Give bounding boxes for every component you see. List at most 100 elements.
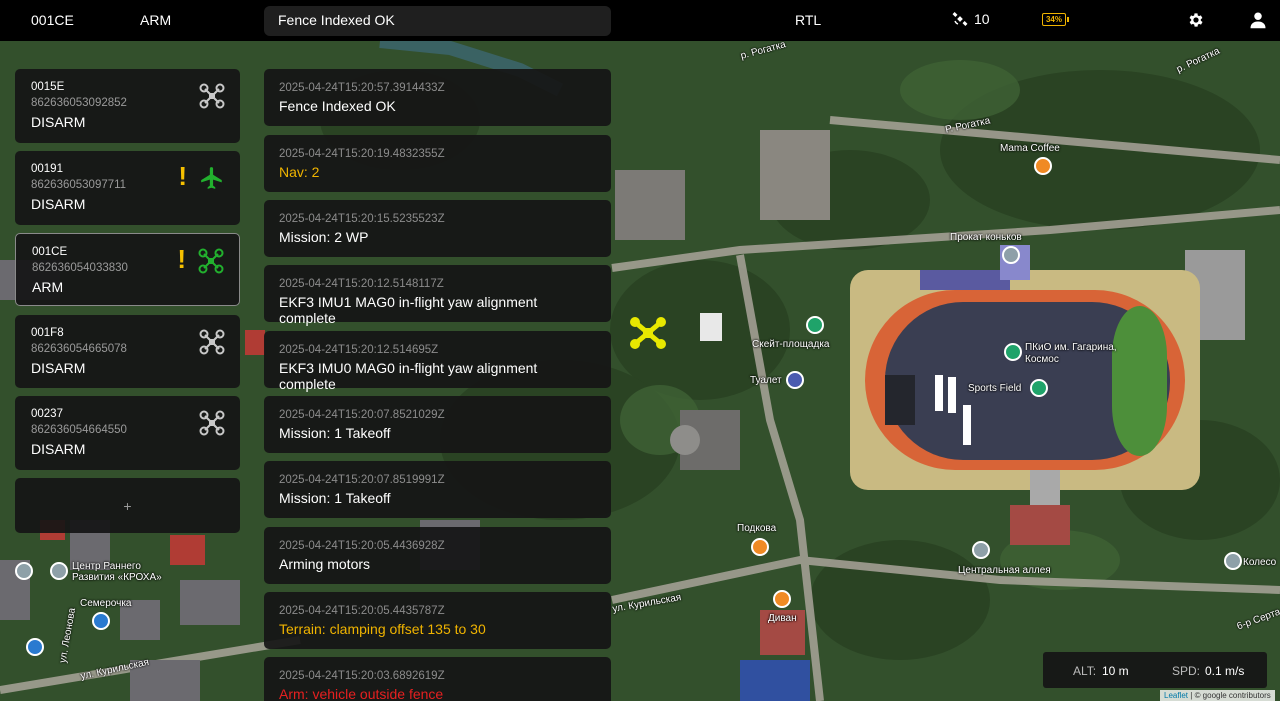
- log-text: Mission: 1 Takeoff: [279, 425, 391, 441]
- log-text: Arm: vehicle outside fence: [279, 686, 444, 701]
- coffee-pin-icon[interactable]: [1034, 157, 1052, 175]
- place-pin-icon[interactable]: [1224, 552, 1242, 570]
- flight-mode[interactable]: RTL: [795, 12, 821, 28]
- log-timestamp: 2025-04-24T15:20:05.4436928Z: [279, 540, 445, 552]
- log-timestamp: 2025-04-24T15:20:03.6892619Z: [279, 670, 445, 682]
- vehicle-id: 001CE: [32, 246, 68, 258]
- log-message[interactable]: 2025-04-24T15:20:05.4436928Z Arming moto…: [264, 527, 611, 584]
- park-pin-icon[interactable]: [806, 316, 824, 334]
- map-label-divan: Диван: [768, 613, 797, 624]
- vehicle-id: 0015E: [31, 81, 65, 93]
- log-text: EKF3 IMU0 MAG0 in-flight yaw alignment c…: [279, 360, 538, 392]
- log-message[interactable]: 2025-04-24T15:20:15.5235523Z Mission: 2 …: [264, 200, 611, 257]
- log-message[interactable]: 2025-04-24T15:20:03.6892619Z Arm: vehicl…: [264, 657, 611, 701]
- map-label-toilet: Туалет: [750, 375, 782, 386]
- warning-icon: !: [177, 244, 186, 274]
- log-timestamp: 2025-04-24T15:20:15.5235523Z: [279, 213, 445, 225]
- vehicle-serial: 862636053092852: [31, 97, 127, 109]
- attribution-text: | © google contributors: [1190, 691, 1271, 700]
- park-pin-icon[interactable]: [1004, 343, 1022, 361]
- vehicle-card[interactable]: 0015E 862636053092852 DISARM: [15, 69, 240, 143]
- vehicle-state: DISARM: [31, 114, 86, 130]
- map-label-central-alley: Центральная аллея: [958, 565, 1051, 576]
- map-label-krokha: Центр Раннего Развития «КРОХА»: [72, 561, 162, 583]
- quadcopter-icon: [199, 329, 225, 355]
- toilet-pin-icon[interactable]: [786, 371, 804, 389]
- add-vehicle-button[interactable]: +: [15, 478, 240, 533]
- vehicle-serial: 862636054665078: [31, 343, 127, 355]
- vehicle-id: 00237: [31, 408, 63, 420]
- log-message[interactable]: 2025-04-24T15:20:12.5148117Z EKF3 IMU1 M…: [264, 265, 611, 326]
- vehicle-id: 001F8: [31, 327, 64, 339]
- log-text: Fence Indexed OK: [279, 98, 396, 114]
- altitude-value: 10 m: [1102, 664, 1129, 678]
- quadcopter-icon: [199, 410, 225, 436]
- place-pin-icon[interactable]: [26, 638, 44, 656]
- quadcopter-icon: [199, 83, 225, 109]
- telemetry-panel: ALT: 10 m SPD: 0.1 m/s: [1043, 652, 1267, 688]
- vehicle-serial: 862636053097711: [31, 179, 127, 191]
- map-label-pkio: ПКиО им. Гагарина, Космос: [1025, 342, 1117, 365]
- log-timestamp: 2025-04-24T15:20:05.4435787Z: [279, 605, 445, 617]
- food-pin-icon[interactable]: [751, 538, 769, 556]
- log-text: Mission: 2 WP: [279, 229, 369, 245]
- vehicle-card[interactable]: 001F8 862636054665078 DISARM: [15, 315, 240, 388]
- altitude-label: ALT:: [1073, 664, 1097, 678]
- map-label-sports-field: Sports Field: [968, 383, 1022, 394]
- vehicle-state: DISARM: [31, 441, 86, 457]
- log-timestamp: 2025-04-24T15:20:19.4832355Z: [279, 148, 445, 160]
- user-icon[interactable]: [1249, 11, 1267, 32]
- satellite-count: 10: [952, 11, 990, 27]
- satellite-count-value: 10: [974, 11, 990, 27]
- map-label-prokat: Прокат коньков: [950, 232, 1022, 243]
- log-message[interactable]: 2025-04-24T15:20:57.3914433Z Fence Index…: [264, 69, 611, 126]
- log-text: Mission: 1 Takeoff: [279, 490, 391, 506]
- map-label-semerochka: Семерочка: [80, 598, 132, 609]
- log-text: Nav: 2: [279, 164, 320, 180]
- battery-indicator: 34%: [1042, 13, 1069, 26]
- sports-pin-icon[interactable]: [1030, 379, 1048, 397]
- log-message[interactable]: 2025-04-24T15:20:12.514695Z EKF3 IMU0 MA…: [264, 331, 611, 392]
- place-pin-icon[interactable]: [972, 541, 990, 559]
- log-text: Arming motors: [279, 556, 371, 572]
- gear-icon[interactable]: [1187, 11, 1205, 32]
- vehicle-serial: 862636054033830: [32, 262, 128, 274]
- map-label-podkova: Подкова: [737, 523, 777, 534]
- quadcopter-icon: [198, 248, 224, 274]
- airplane-icon: [201, 167, 222, 189]
- satellite-icon: [952, 12, 968, 26]
- add-vehicle-label: +: [123, 497, 132, 514]
- map-label-koleso: Колесо: [1243, 557, 1277, 568]
- log-message[interactable]: 2025-04-24T15:20:07.8521029Z Mission: 1 …: [264, 396, 611, 453]
- arm-state[interactable]: ARM: [140, 12, 171, 28]
- top-bar: 001CE ARM Fence Indexed OK RTL 10 34%: [0, 0, 1280, 41]
- vehicle-card-selected[interactable]: 001CE 862636054033830 ARM !: [15, 233, 240, 306]
- log-message[interactable]: 2025-04-24T15:20:05.4435787Z Terrain: cl…: [264, 592, 611, 649]
- speed-value: 0.1 m/s: [1205, 664, 1245, 678]
- log-timestamp: 2025-04-24T15:20:12.514695Z: [279, 344, 439, 356]
- log-timestamp: 2025-04-24T15:20:07.8521029Z: [279, 409, 445, 421]
- log-text: Terrain: clamping offset 135 to 30: [279, 621, 486, 637]
- log-timestamp: 2025-04-24T15:20:07.8519991Z: [279, 474, 445, 486]
- map-label-mama-coffee: Mama Coffee: [1000, 143, 1060, 154]
- status-message-bar[interactable]: Fence Indexed OK: [264, 6, 611, 36]
- leaflet-link[interactable]: Leaflet: [1164, 691, 1188, 700]
- map-label-skate: Скейт-площадка: [752, 339, 830, 350]
- battery-icon: 34%: [1042, 13, 1066, 26]
- log-message[interactable]: 2025-04-24T15:20:19.4832355Z Nav: 2: [264, 135, 611, 192]
- shop-pin-icon[interactable]: [92, 612, 110, 630]
- place-pin-icon[interactable]: [15, 562, 33, 580]
- vehicle-state: ARM: [32, 279, 64, 295]
- map-attribution: Leaflet | © google contributors: [1160, 690, 1275, 701]
- log-timestamp: 2025-04-24T15:20:57.3914433Z: [279, 82, 445, 94]
- vehicle-card[interactable]: 00191 862636053097711 DISARM !: [15, 151, 240, 225]
- warning-icon: !: [178, 161, 187, 191]
- skating-pin-icon[interactable]: [1002, 246, 1020, 264]
- vehicle-serial: 862636054664550: [31, 424, 127, 436]
- vehicle-card[interactable]: 00237 862636054664550 DISARM: [15, 396, 240, 470]
- food-pin-icon[interactable]: [773, 590, 791, 608]
- active-vehicle-id[interactable]: 001CE: [31, 12, 74, 28]
- vehicle-state: DISARM: [31, 196, 86, 212]
- log-message[interactable]: 2025-04-24T15:20:07.8519991Z Mission: 1 …: [264, 461, 611, 518]
- school-pin-icon[interactable]: [50, 562, 68, 580]
